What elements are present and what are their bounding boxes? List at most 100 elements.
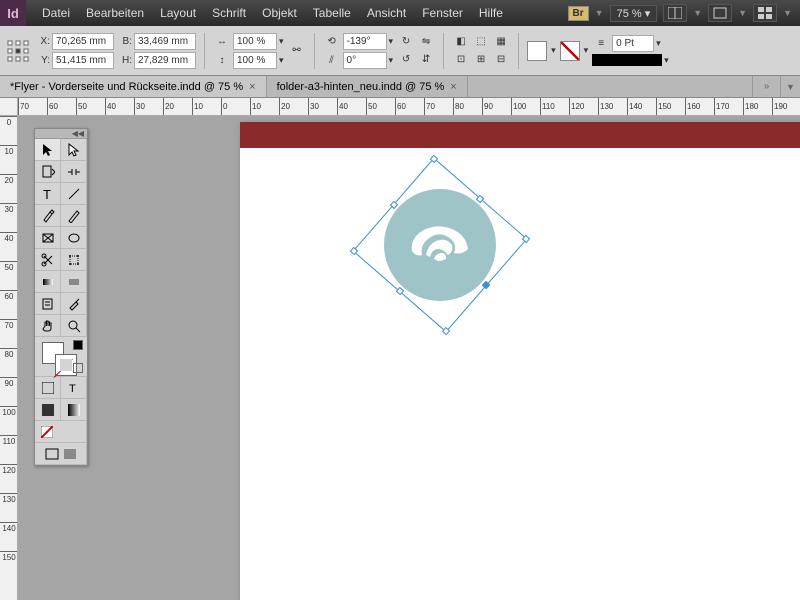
handle-ml[interactable]	[396, 287, 404, 295]
line-tool[interactable]	[61, 183, 87, 205]
x-label: X:	[36, 36, 50, 47]
y-input[interactable]: 51,415 mm	[52, 52, 114, 69]
view-options-icon[interactable]	[663, 4, 687, 22]
hand-tool[interactable]	[35, 315, 61, 337]
tab-overflow-icon[interactable]: »	[752, 76, 780, 97]
apply-color-button[interactable]	[35, 399, 61, 421]
doc-tab-folder[interactable]: folder-a3-hinten_neu.indd @ 75 % ×	[267, 76, 468, 97]
stroke-weight-input[interactable]: 0 Pt	[612, 35, 654, 52]
scissors-tool[interactable]	[35, 249, 61, 271]
svg-text:T: T	[69, 383, 76, 394]
flip-v-icon[interactable]: ⇵	[417, 52, 435, 68]
selection-tool[interactable]	[35, 139, 61, 161]
apply-color-formatting-text[interactable]: T	[61, 377, 87, 399]
view-mode-buttons[interactable]	[35, 443, 87, 465]
normal-view-icon[interactable]	[45, 448, 59, 460]
panel-collapse-icon[interactable]: ◀◀	[35, 129, 87, 139]
select-content-icon[interactable]: ⬚	[472, 34, 490, 50]
direct-selection-tool[interactable]	[61, 139, 87, 161]
apply-color-formatting-container[interactable]	[35, 377, 61, 399]
flip-h-icon[interactable]: ⇋	[417, 34, 435, 50]
handle-tr[interactable]	[430, 155, 438, 163]
apply-gradient-button[interactable]	[61, 399, 87, 421]
h-label: H:	[118, 55, 132, 66]
menu-edit[interactable]: Bearbeiten	[78, 6, 152, 20]
gap-tool[interactable]	[61, 161, 87, 183]
x-input[interactable]: 70,265 mm	[52, 33, 114, 50]
stroke-style-dropdown[interactable]	[592, 54, 662, 66]
close-icon[interactable]: ×	[249, 81, 255, 93]
page[interactable]	[240, 122, 800, 600]
tab-title: folder-a3-hinten_neu.indd @ 75 %	[277, 81, 445, 93]
page-tool[interactable]	[35, 161, 61, 183]
handle-tc[interactable]	[390, 201, 398, 209]
fill-swatch[interactable]	[527, 41, 547, 61]
selected-object[interactable]	[378, 183, 502, 307]
stroke-swatch[interactable]	[560, 41, 580, 61]
center-content-icon[interactable]: ⊟	[492, 52, 510, 68]
menu-type[interactable]: Schrift	[204, 6, 254, 20]
app-logo-icon: Id	[0, 0, 26, 26]
select-container-icon[interactable]: ◧	[452, 34, 470, 50]
menu-help[interactable]: Hilfe	[471, 6, 511, 20]
document-tabs: *Flyer - Vorderseite und Rückseite.indd …	[0, 76, 800, 98]
screen-mode-icon[interactable]	[708, 4, 732, 22]
handle-tl[interactable]	[350, 247, 358, 255]
doc-tab-flyer[interactable]: *Flyer - Vorderseite und Rückseite.indd …	[0, 76, 267, 97]
fit-frame-icon[interactable]: ⊞	[472, 52, 490, 68]
constrain-link-icon[interactable]: ⚯	[288, 43, 306, 59]
scale-y-input[interactable]: 100 %	[233, 52, 277, 69]
select-next-icon[interactable]: ▦	[492, 34, 510, 50]
rotate-ccw-icon[interactable]: ↺	[397, 52, 415, 68]
pencil-tool[interactable]	[61, 205, 87, 227]
reference-point-icon[interactable]	[6, 39, 30, 63]
type-tool[interactable]: T	[35, 183, 61, 205]
rectangle-frame-tool[interactable]	[35, 227, 61, 249]
pen-tool[interactable]	[35, 205, 61, 227]
menu-window[interactable]: Fenster	[414, 6, 471, 20]
swap-colors-icon[interactable]	[73, 363, 83, 373]
scale-y-icon: ↕	[213, 52, 231, 68]
stroke-weight-icon: ≡	[592, 36, 610, 52]
handle-bc[interactable]	[482, 281, 490, 289]
gradient-swatch-tool[interactable]	[35, 271, 61, 293]
menu-layout[interactable]: Layout	[152, 6, 204, 20]
preview-view-icon[interactable]	[63, 448, 77, 460]
ruler-origin[interactable]	[0, 98, 18, 116]
handle-br[interactable]	[522, 235, 530, 243]
control-panel: X:70,265 mm Y:51,415 mm B:33,469 mm H:27…	[0, 26, 800, 76]
zoom-tool[interactable]	[61, 315, 87, 337]
canvas[interactable]	[18, 116, 800, 600]
fill-stroke-swatches[interactable]	[35, 337, 87, 377]
selection-bounding-box[interactable]	[353, 158, 528, 333]
vertical-ruler[interactable]: 0102030405060708090100110120130140150	[0, 116, 18, 600]
rotate-input[interactable]: -139°	[343, 33, 387, 50]
tab-menu-icon[interactable]: ▼	[780, 76, 800, 97]
free-transform-tool[interactable]	[61, 249, 87, 271]
tools-panel[interactable]: ◀◀ T T	[34, 128, 88, 466]
zoom-level-dropdown[interactable]: 75 % ▾	[610, 5, 658, 22]
rotate-cw-icon[interactable]: ↻	[397, 34, 415, 50]
fit-content-icon[interactable]: ⊡	[452, 52, 470, 68]
apply-none-button[interactable]	[35, 421, 87, 443]
eyedropper-tool[interactable]	[61, 293, 87, 315]
close-icon[interactable]: ×	[450, 81, 456, 93]
menu-file[interactable]: Datei	[34, 6, 78, 20]
arrange-docs-icon[interactable]	[753, 4, 777, 22]
shear-input[interactable]: 0°	[343, 52, 387, 69]
handle-mr[interactable]	[476, 195, 484, 203]
rectangle-tool[interactable]	[61, 227, 87, 249]
gradient-feather-tool[interactable]	[61, 271, 87, 293]
horizontal-ruler[interactable]: 7060504030201001020304050607080901001101…	[18, 98, 800, 116]
handle-bl[interactable]	[442, 327, 450, 335]
width-input[interactable]: 33,469 mm	[134, 33, 196, 50]
scale-x-input[interactable]: 100 %	[233, 33, 277, 50]
menu-view[interactable]: Ansicht	[359, 6, 414, 20]
tab-title: *Flyer - Vorderseite und Rückseite.indd …	[10, 81, 243, 93]
note-tool[interactable]	[35, 293, 61, 315]
menu-table[interactable]: Tabelle	[305, 6, 359, 20]
menu-object[interactable]: Objekt	[254, 6, 305, 20]
default-colors-icon[interactable]	[73, 340, 83, 350]
height-input[interactable]: 27,829 mm	[134, 52, 196, 69]
bridge-button[interactable]: Br	[568, 6, 589, 21]
